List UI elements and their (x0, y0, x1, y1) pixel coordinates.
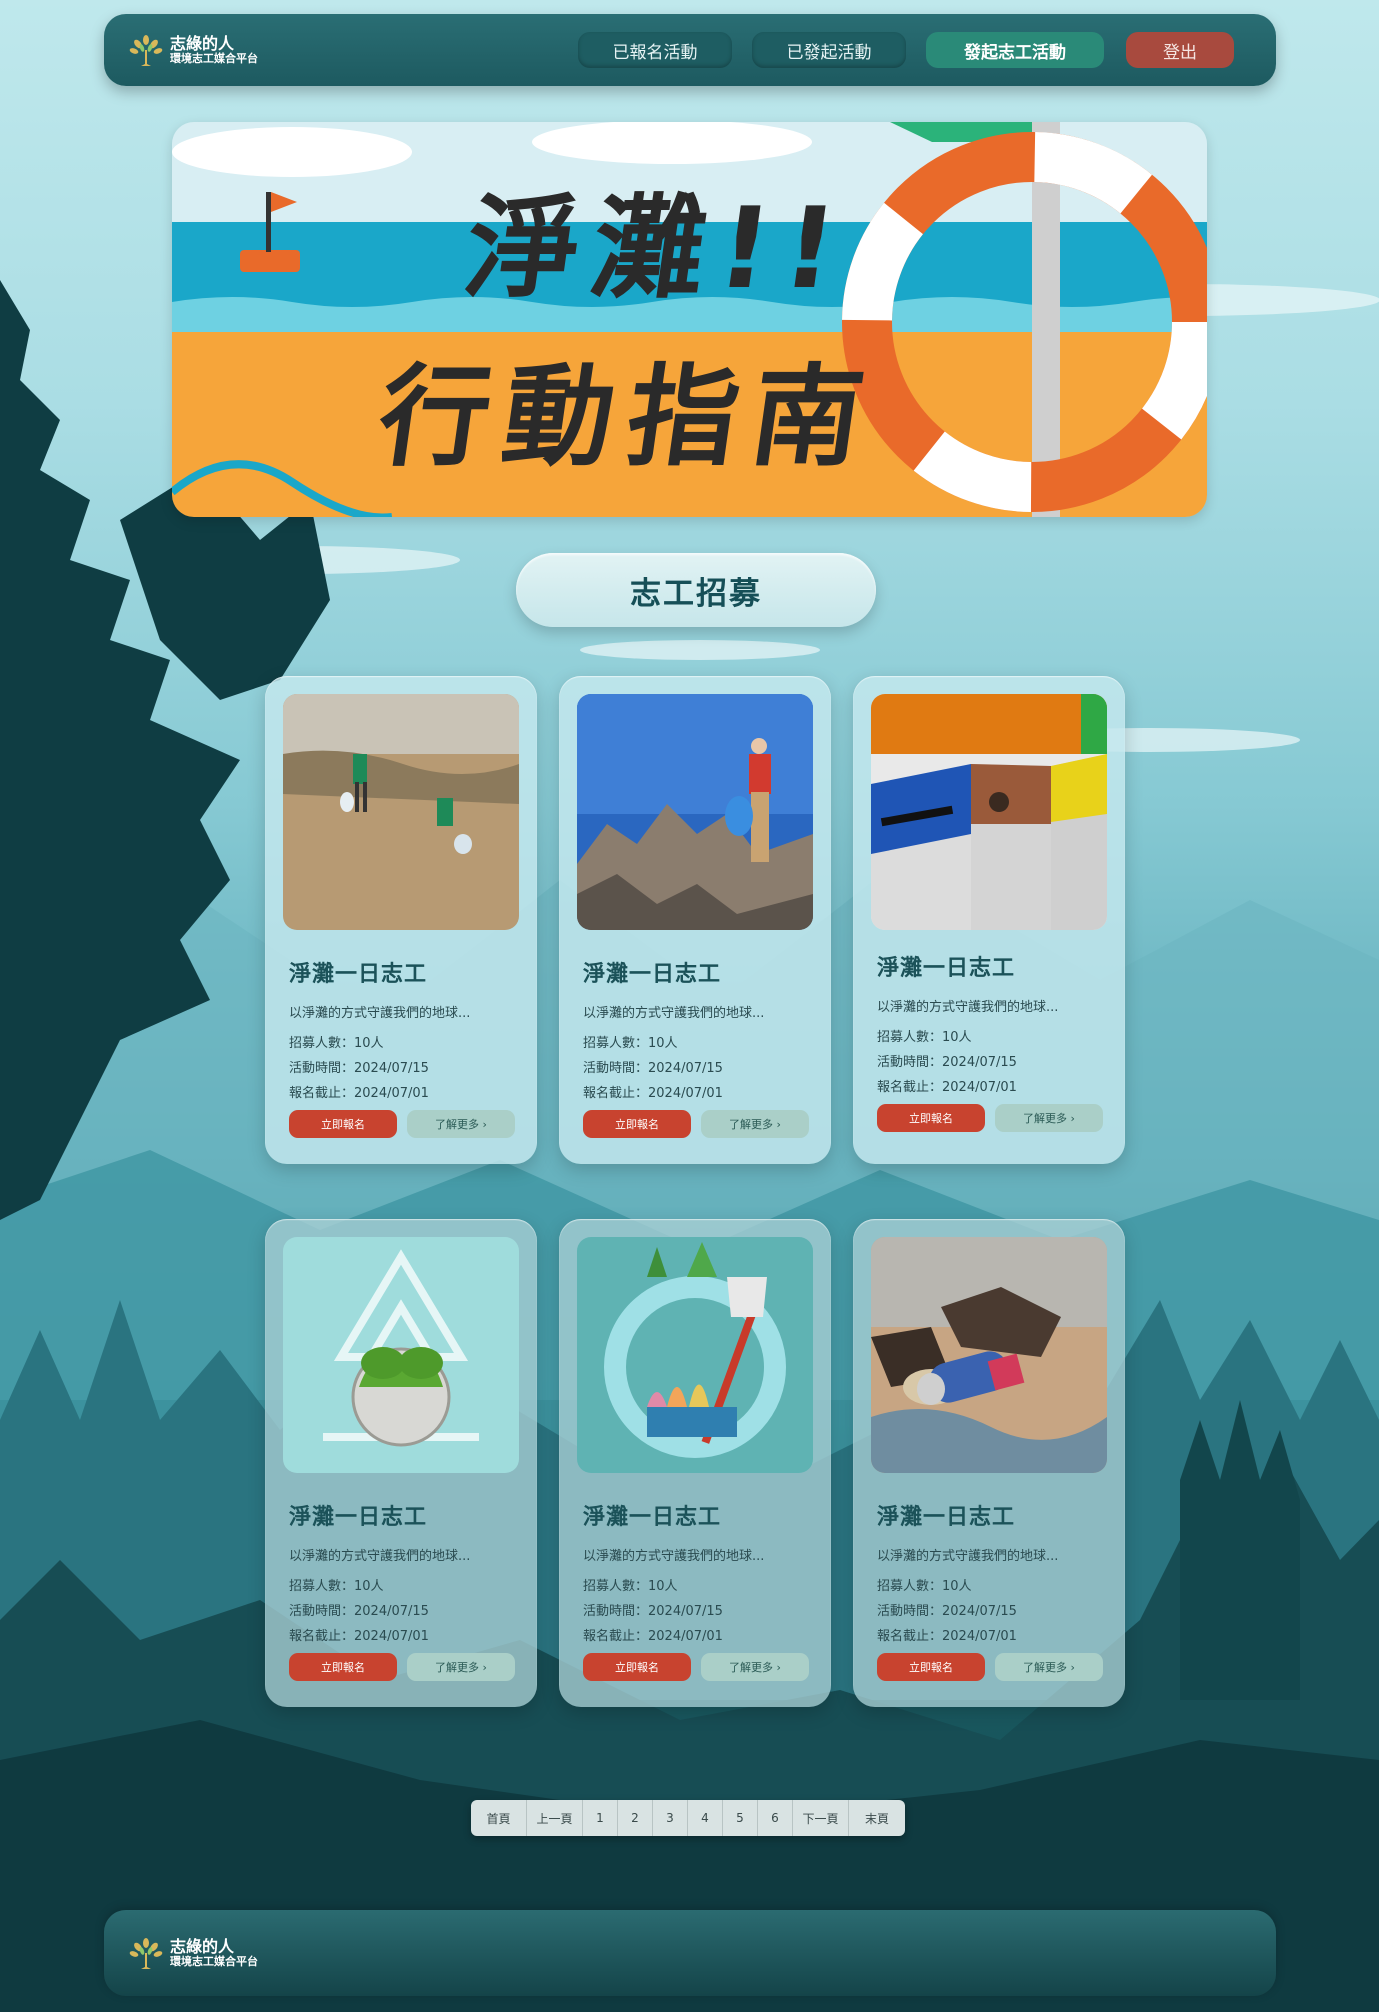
card-recruit-count: 招募人數：10人 (877, 1579, 972, 1594)
pagination-page-4[interactable]: 4 (688, 1800, 723, 1836)
learn-more-button[interactable]: 了解更多 › (407, 1110, 515, 1138)
join-now-button[interactable]: 立即報名 (877, 1653, 985, 1681)
card-description: 以淨灘的方式守護我們的地球... (289, 1006, 471, 1021)
card-recruit-count: 招募人數：10人 (289, 1579, 384, 1594)
card-activity-date: 活動時間：2024/07/15 (583, 1604, 723, 1619)
card-image[interactable] (283, 1237, 519, 1473)
learn-more-button[interactable]: 了解更多 › (701, 1653, 809, 1681)
card-title: 淨灘一日志工 (877, 956, 1016, 981)
card-title: 淨灘一日志工 (877, 1505, 1016, 1530)
card-description: 以淨灘的方式守護我們的地球... (289, 1549, 471, 1564)
activity-card[interactable]: 淨灘一日志工 以淨灘的方式守護我們的地球... 招募人數：10人 活動時間：20… (853, 676, 1125, 1164)
join-now-button[interactable]: 立即報名 (289, 1110, 397, 1138)
card-activity-date: 活動時間：2024/07/15 (877, 1055, 1017, 1070)
top-navbar: 志綠的人 環境志工媒合平台 已報名活動 已發起活動 發起志工活動 登出 (104, 14, 1276, 86)
pagination-page-6[interactable]: 6 (758, 1800, 793, 1836)
logout-button[interactable]: 登出 (1126, 32, 1234, 68)
card-image[interactable] (577, 694, 813, 930)
recycle-earth-illustration (283, 1237, 519, 1473)
join-now-button[interactable]: 立即報名 (583, 1653, 691, 1681)
beach-cleanup-photo (283, 694, 519, 930)
card-description: 以淨灘的方式守護我們的地球... (877, 1549, 1059, 1564)
card-image[interactable] (871, 1237, 1107, 1473)
card-image[interactable] (577, 1237, 813, 1473)
join-now-button[interactable]: 立即報名 (289, 1653, 397, 1681)
launch-volunteer-activity-button[interactable]: 發起志工活動 (926, 32, 1104, 68)
pagination: 首頁 上一頁 1 2 3 4 5 6 下一頁 末頁 (471, 1800, 905, 1836)
nav-created-activities-button[interactable]: 已發起活動 (752, 32, 906, 68)
card-recruit-count: 招募人數：10人 (877, 1030, 972, 1045)
card-activity-date: 活動時間：2024/07/15 (289, 1061, 429, 1076)
footer-brand-logo[interactable]: 志綠的人 環境志工媒合平台 (128, 1935, 258, 1971)
tree-logo-icon (129, 1938, 163, 1969)
card-recruit-count: 招募人數：10人 (583, 1036, 678, 1051)
card-deadline: 報名截止：2024/07/01 (289, 1629, 429, 1644)
pagination-page-5[interactable]: 5 (723, 1800, 758, 1836)
can-on-shore-photo (871, 1237, 1107, 1473)
brand-logo[interactable]: 志綠的人 環境志工媒合平台 (128, 32, 258, 68)
activity-card[interactable]: 淨灘一日志工 以淨灘的方式守護我們的地球... 招募人數：10人 活動時間：20… (265, 1219, 537, 1707)
card-image[interactable] (871, 694, 1107, 930)
learn-more-button[interactable]: 了解更多 › (995, 1104, 1103, 1132)
footer: 志綠的人 環境志工媒合平台 (104, 1910, 1276, 1996)
pagination-prev-button[interactable]: 上一頁 (527, 1800, 583, 1836)
card-title: 淨灘一日志工 (289, 962, 428, 987)
banner-title-line1: 淨灘!! (457, 184, 859, 314)
pagination-last-button[interactable]: 末頁 (849, 1800, 905, 1836)
join-now-button[interactable]: 立即報名 (583, 1110, 691, 1138)
brand-title: 志綠的人 (170, 34, 235, 54)
card-deadline: 報名截止：2024/07/01 (877, 1629, 1017, 1644)
pagination-next-button[interactable]: 下一頁 (793, 1800, 849, 1836)
banner-title-line2: 行動指南 (371, 353, 886, 481)
pagination-page-2[interactable]: 2 (618, 1800, 653, 1836)
card-deadline: 報名截止：2024/07/01 (877, 1080, 1017, 1095)
brand-subtitle: 環境志工媒合平台 (170, 51, 258, 65)
learn-more-button[interactable]: 了解更多 › (701, 1110, 809, 1138)
pagination-page-3[interactable]: 3 (653, 1800, 688, 1836)
card-deadline: 報名截止：2024/07/01 (289, 1086, 429, 1101)
mountain-cleanup-photo (577, 694, 813, 930)
activity-card[interactable]: 淨灘一日志工 以淨灘的方式守護我們的地球... 招募人數：10人 活動時間：20… (265, 676, 537, 1164)
card-image[interactable] (283, 694, 519, 930)
footer-brand-subtitle: 環境志工媒合平台 (170, 1954, 258, 1968)
card-activity-date: 活動時間：2024/07/15 (877, 1604, 1017, 1619)
card-description: 以淨灘的方式守護我們的地球... (583, 1549, 765, 1564)
activity-card[interactable]: 淨灘一日志工 以淨灘的方式守護我們的地球... 招募人數：10人 活動時間：20… (559, 1219, 831, 1707)
card-activity-date: 活動時間：2024/07/15 (289, 1604, 429, 1619)
card-title: 淨灘一日志工 (583, 962, 722, 987)
pagination-page-1[interactable]: 1 (583, 1800, 618, 1836)
learn-more-button[interactable]: 了解更多 › (995, 1653, 1103, 1681)
hero-banner[interactable]: 淨灘!! 行動指南 (172, 122, 1207, 517)
card-recruit-count: 招募人數：10人 (289, 1036, 384, 1051)
card-recruit-count: 招募人數：10人 (583, 1579, 678, 1594)
card-description: 以淨灘的方式守護我們的地球... (877, 1000, 1059, 1015)
tree-logo-icon (129, 35, 163, 66)
card-description: 以淨灘的方式守護我們的地球... (583, 1006, 765, 1021)
nav-joined-activities-button[interactable]: 已報名活動 (578, 32, 732, 68)
pagination-first-button[interactable]: 首頁 (471, 1800, 527, 1836)
card-deadline: 報名截止：2024/07/01 (583, 1629, 723, 1644)
card-title: 淨灘一日志工 (289, 1505, 428, 1530)
join-now-button[interactable]: 立即報名 (877, 1104, 985, 1132)
card-deadline: 報名截止：2024/07/01 (583, 1086, 723, 1101)
learn-more-button[interactable]: 了解更多 › (407, 1653, 515, 1681)
card-activity-date: 活動時間：2024/07/15 (583, 1061, 723, 1076)
activity-card[interactable]: 淨灘一日志工 以淨灘的方式守護我們的地球... 招募人數：10人 活動時間：20… (853, 1219, 1125, 1707)
eco-hands-illustration (577, 1237, 813, 1473)
recycling-bins-photo (871, 694, 1107, 930)
section-title: 志工招募 (516, 553, 876, 627)
activity-card[interactable]: 淨灘一日志工 以淨灘的方式守護我們的地球... 招募人數：10人 活動時間：20… (559, 676, 831, 1164)
card-title: 淨灘一日志工 (583, 1505, 722, 1530)
footer-brand-title: 志綠的人 (170, 1937, 235, 1957)
